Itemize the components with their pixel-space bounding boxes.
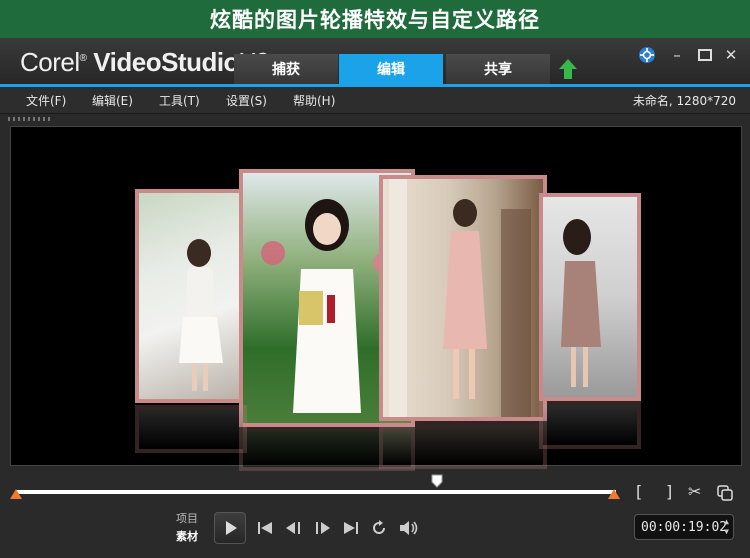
project-info: 未命名, 1280*720 xyxy=(632,94,736,108)
menu-help[interactable]: 帮助(H) xyxy=(293,92,335,109)
tab-edit[interactable]: 编辑 xyxy=(339,54,443,84)
mark-in-icon[interactable]: [ xyxy=(636,482,642,501)
photo-reflection xyxy=(539,401,641,449)
timecode-spinner-icon[interactable]: ▲ ▼ xyxy=(724,517,729,537)
timecode-field[interactable]: 00:00:19:02 ▲ ▼ xyxy=(634,514,734,540)
menu-edit[interactable]: 编辑(E) xyxy=(92,92,133,109)
tab-edit-label: 编辑 xyxy=(377,62,405,78)
close-icon[interactable]: ✕ xyxy=(722,46,740,64)
trim-start-marker[interactable] xyxy=(10,489,22,499)
mark-out-icon[interactable]: ] xyxy=(666,482,672,501)
next-frame-icon[interactable] xyxy=(312,520,332,536)
title-bar: Corel® VideoStudioX9 捕获 编辑 共享 – ✕ xyxy=(0,38,750,86)
photo-reflection xyxy=(379,421,547,469)
banner-title: 炫酷的图片轮播特效与自定义路径 xyxy=(210,8,540,32)
timecode-value: 00:00:19:02 xyxy=(641,519,728,535)
logo-product: VideoStudio xyxy=(93,47,239,77)
playhead-handle[interactable] xyxy=(431,474,443,488)
tab-capture-label: 捕获 xyxy=(272,62,300,78)
menu-bar: 文件(F) 编辑(E) 工具(T) 设置(S) 帮助(H) 未命名, 1280*… xyxy=(0,87,750,114)
maximize-icon[interactable] xyxy=(696,46,714,64)
logo-brand: Corel xyxy=(20,47,80,77)
upload-icon[interactable] xyxy=(558,58,578,80)
clip-mode-label[interactable]: 素材 xyxy=(176,528,198,544)
panel-grip[interactable] xyxy=(8,117,52,121)
photo-figure xyxy=(561,219,601,387)
project-mode-label[interactable]: 项目 xyxy=(176,510,198,526)
home-icon[interactable] xyxy=(256,520,274,536)
carousel-photo-3 xyxy=(379,175,547,421)
play-icon xyxy=(226,521,237,535)
timeline-scrubber[interactable] xyxy=(16,490,616,494)
repeat-icon[interactable] xyxy=(370,519,388,537)
app-window: Corel® VideoStudioX9 捕获 编辑 共享 – ✕ 文件(F) … xyxy=(0,38,750,558)
photo-figure xyxy=(179,239,223,391)
end-icon[interactable] xyxy=(342,520,360,536)
help-icon[interactable] xyxy=(638,46,656,64)
menu-file[interactable]: 文件(F) xyxy=(26,92,66,109)
menu-tools[interactable]: 工具(T) xyxy=(159,92,200,109)
split-icon[interactable]: ✂ xyxy=(688,482,701,501)
tab-capture[interactable]: 捕获 xyxy=(234,54,338,84)
tab-share-label: 共享 xyxy=(484,62,512,78)
tutorial-title-banner: 炫酷的图片轮播特效与自定义路径 xyxy=(0,0,750,38)
trim-end-marker[interactable] xyxy=(608,489,620,499)
app-logo: Corel® VideoStudioX9 xyxy=(20,47,270,78)
copy-icon[interactable] xyxy=(716,484,734,502)
photo-reflection xyxy=(135,405,247,453)
prev-frame-icon[interactable] xyxy=(284,520,304,536)
volume-icon[interactable] xyxy=(398,519,420,537)
preview-window[interactable] xyxy=(10,126,742,471)
tab-share[interactable]: 共享 xyxy=(446,54,550,84)
menu-settings[interactable]: 设置(S) xyxy=(226,92,267,109)
carousel-photo-4 xyxy=(539,193,641,401)
carousel-photo-1 xyxy=(135,189,247,403)
photo-figure xyxy=(389,179,531,417)
play-button[interactable] xyxy=(214,512,246,544)
minimize-icon[interactable]: – xyxy=(668,46,686,64)
